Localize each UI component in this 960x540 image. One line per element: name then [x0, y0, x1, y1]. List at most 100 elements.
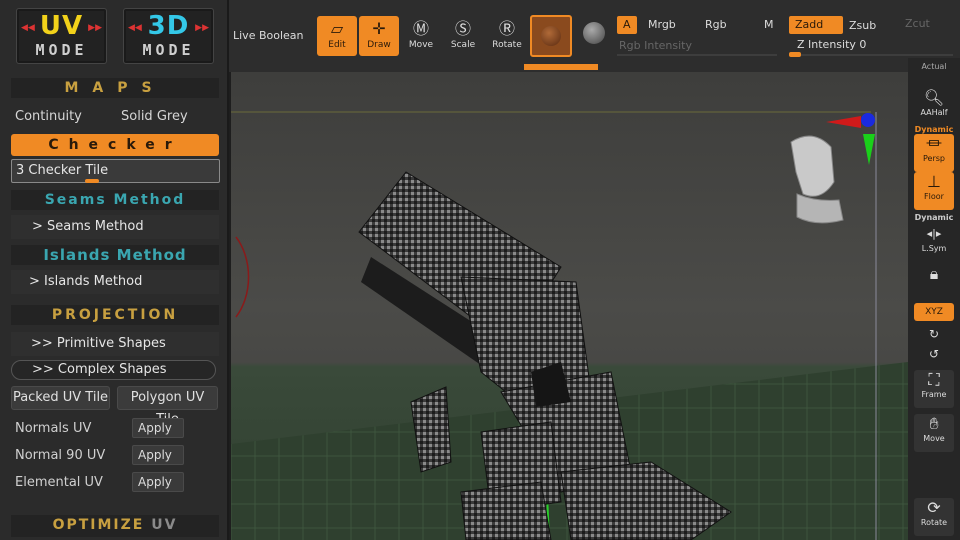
- actual-button[interactable]: Actual: [908, 62, 960, 71]
- z-intensity-track: [789, 54, 953, 56]
- uv-mode-subtitle: MODE: [35, 41, 88, 59]
- zcut-toggle[interactable]: Zcut: [905, 17, 930, 30]
- scale-tool-button[interactable]: Ⓢ Scale: [443, 16, 483, 56]
- rotate-label: Rotate: [492, 40, 522, 50]
- rotate-view-button[interactable]: ⟳ Rotate: [914, 498, 954, 536]
- dynamic-label-1: Dynamic: [914, 125, 954, 134]
- scale-label: Scale: [450, 40, 476, 50]
- head-orientation-icon: [790, 135, 844, 224]
- checker-tile-label: 3 Checker Tile: [16, 163, 109, 178]
- rgb-intensity-slider[interactable]: Rgb Intensity: [619, 39, 692, 52]
- solid-grey-option[interactable]: Solid Grey: [121, 109, 188, 124]
- islands-header: Islands Method: [11, 245, 219, 265]
- edit-tool-button[interactable]: ▱ Edit: [317, 16, 357, 56]
- rotate-y-button[interactable]: ↻: [914, 324, 954, 342]
- rotate-view-label: Rotate: [920, 518, 948, 527]
- frame-label: Frame: [921, 390, 947, 399]
- live-boolean-toggle[interactable]: Live Boolean: [233, 27, 304, 45]
- checker-tile-slider[interactable]: 3 Checker Tile: [11, 159, 220, 183]
- 3d-viewport[interactable]: [231, 72, 908, 540]
- arrow-right-icon: ▶▶: [88, 23, 102, 33]
- frame-button[interactable]: ⛶ Frame: [914, 370, 954, 408]
- edit-label: Edit: [328, 40, 346, 50]
- elemental-uv-apply-button[interactable]: Apply: [132, 472, 184, 492]
- move-view-label: Move: [923, 434, 945, 443]
- mrgb-toggle[interactable]: Mrgb: [648, 16, 676, 34]
- rotate-icon: Ⓡ: [498, 19, 515, 38]
- z-intensity-thumb[interactable]: [789, 52, 801, 57]
- aahalf-button[interactable]: 🔍︎ AAHalf: [914, 88, 954, 126]
- optimize-label: OPTIMIZE: [52, 517, 145, 533]
- dynamic-label-2: Dynamic: [914, 213, 954, 222]
- complex-shapes-item[interactable]: >> Complex Shapes: [11, 360, 216, 380]
- zbrush-window: ◀◀ ▶▶ UV MODE ◀◀ ▶▶ 3D MODE MAPS Continu…: [0, 0, 960, 540]
- seams-method-item[interactable]: > Seams Method: [11, 215, 219, 239]
- move-icon: Ⓜ: [412, 19, 429, 38]
- magnifier-icon: 🔍︎: [923, 88, 945, 107]
- xyz-label: XYZ: [925, 307, 943, 317]
- z-axis-dot-icon: [861, 113, 875, 127]
- projection-header: PROJECTION: [11, 305, 219, 325]
- checker-button[interactable]: Checker: [11, 134, 219, 156]
- persp-button[interactable]: ⏛ Persp: [914, 134, 954, 172]
- rotate-tool-button[interactable]: Ⓡ Rotate: [487, 16, 527, 56]
- symmetry-icon: ◂|▸: [926, 227, 942, 240]
- top-toolbar: Live Boolean ▱ Edit ✛ Draw Ⓜ Move Ⓢ Scal…: [229, 0, 960, 72]
- lsym-button[interactable]: ◂|▸ L.Sym: [914, 224, 954, 262]
- viewport-scene: [231, 111, 908, 540]
- floor-button[interactable]: ⊥ Floor: [914, 172, 954, 210]
- seams-header: Seams Method: [11, 190, 219, 210]
- arrow-left-icon: ◀◀: [128, 23, 142, 33]
- maps-header: MAPS: [11, 78, 219, 98]
- floor-icon: ⊥: [927, 172, 941, 191]
- right-shelf: Actual 🔍︎ AAHalf Dynamic ⏛ Persp ⊥ Floor…: [908, 58, 960, 540]
- normals-uv-label: Normals UV: [15, 421, 92, 436]
- color-picker-icon[interactable]: [583, 22, 605, 44]
- xyz-button[interactable]: XYZ: [914, 303, 954, 321]
- lock-button[interactable]: 🔒︎: [914, 264, 954, 302]
- scale-icon: Ⓢ: [454, 19, 471, 38]
- uv-mode-button[interactable]: ◀◀ ▶▶ UV MODE: [16, 8, 107, 64]
- zadd-toggle[interactable]: Zadd: [789, 16, 843, 34]
- z-intensity-slider[interactable]: Z Intensity 0: [797, 36, 866, 54]
- draw-icon: ✛: [372, 19, 386, 38]
- slider-thumb[interactable]: [85, 179, 99, 183]
- zsub-toggle[interactable]: Zsub: [849, 17, 876, 35]
- material-indicator: [524, 64, 598, 70]
- move-label: Move: [408, 40, 434, 50]
- move-view-button[interactable]: ✋︎ Move: [914, 414, 954, 452]
- packed-uv-tile-button[interactable]: Packed UV Tile: [11, 386, 110, 410]
- uv-master-panel: ◀◀ ▶▶ UV MODE ◀◀ ▶▶ 3D MODE MAPS Continu…: [0, 0, 229, 540]
- move-tool-button[interactable]: Ⓜ Move: [401, 16, 441, 56]
- rotate-y-icon: ↻: [928, 327, 940, 341]
- orientation-gizmo[interactable]: [790, 113, 875, 224]
- material-sphere-icon: [541, 26, 561, 46]
- m-toggle[interactable]: M: [764, 16, 774, 34]
- islands-method-item[interactable]: > Islands Method: [11, 270, 219, 294]
- x-axis-arrow-icon: [826, 116, 861, 128]
- primitive-shapes-item[interactable]: >> Primitive Shapes: [11, 332, 219, 356]
- continuity-option[interactable]: Continuity: [15, 109, 82, 124]
- frame-icon: ⛶: [928, 370, 940, 389]
- rgb-toggle[interactable]: Rgb: [705, 16, 727, 34]
- lsym-label: L.Sym: [921, 244, 947, 253]
- draw-tool-button[interactable]: ✛ Draw: [359, 16, 399, 56]
- lock-icon: 🔒︎: [929, 264, 939, 283]
- rotate-z-button[interactable]: ↺: [914, 344, 954, 362]
- aahalf-label: AAHalf: [920, 108, 948, 117]
- threed-mode-subtitle: MODE: [142, 41, 195, 59]
- rotate-z-icon: ↺: [928, 347, 940, 361]
- threed-mode-button[interactable]: ◀◀ ▶▶ 3D MODE: [123, 8, 214, 64]
- polygon-uv-tile-button[interactable]: Polygon UV Tile: [117, 386, 218, 427]
- elemental-uv-label: Elemental UV: [15, 475, 103, 490]
- rotation-gizmo-arc: [235, 236, 250, 318]
- floor-label: Floor: [924, 192, 944, 201]
- optimize-uv-header: OPTIMIZE UV: [11, 515, 219, 537]
- normal-90-uv-label: Normal 90 UV: [15, 448, 106, 463]
- material-swatch-button[interactable]: [530, 15, 572, 57]
- normal-90-uv-apply-button[interactable]: Apply: [132, 445, 184, 465]
- edit-icon: ▱: [330, 19, 344, 38]
- perspective-icon: ⏛: [925, 134, 942, 153]
- a-toggle[interactable]: A: [617, 16, 637, 34]
- normals-uv-apply-button[interactable]: Apply: [132, 418, 184, 438]
